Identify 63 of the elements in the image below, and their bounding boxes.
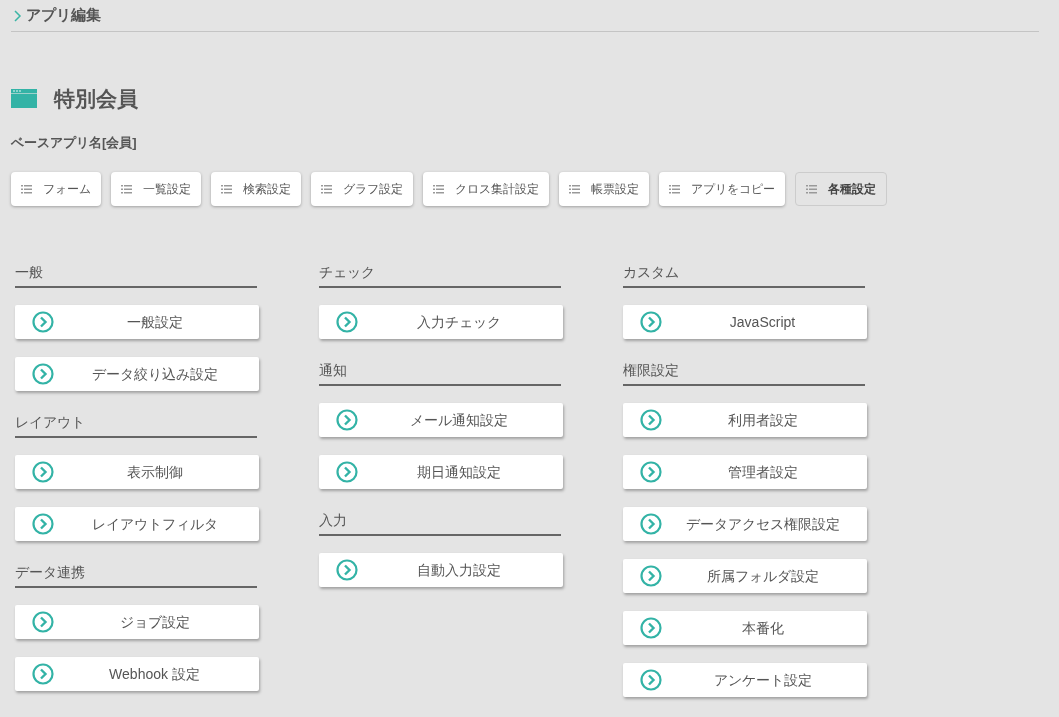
settings-button[interactable]: データアクセス権限設定 <box>623 507 867 541</box>
chevron-circle-icon <box>32 461 54 483</box>
chevron-circle-icon <box>640 409 662 431</box>
chevron-circle-icon <box>336 409 358 431</box>
settings-button[interactable]: 所属フォルダ設定 <box>623 559 867 593</box>
section-heading: 通知 <box>319 360 561 386</box>
section-heading: チェック <box>319 262 561 288</box>
section-heading: カスタム <box>623 262 865 288</box>
app-window-icon <box>11 89 37 109</box>
list-icon <box>806 184 817 194</box>
chevron-circle-icon <box>640 311 662 333</box>
list-icon <box>121 184 132 194</box>
settings-button[interactable]: アンケート設定 <box>623 663 867 697</box>
list-icon <box>433 184 444 194</box>
chevron-circle-icon <box>32 611 54 633</box>
tab[interactable]: 検索設定 <box>211 172 301 206</box>
settings-button[interactable]: JavaScript <box>623 305 867 339</box>
section-heading: データ連携 <box>15 562 257 588</box>
list-icon <box>21 184 32 194</box>
chevron-circle-icon <box>32 311 54 333</box>
settings-button[interactable]: 期日通知設定 <box>319 455 563 489</box>
settings-button[interactable]: 一般設定 <box>15 305 259 339</box>
chevron-circle-icon <box>336 311 358 333</box>
chevron-circle-icon <box>32 363 54 385</box>
settings-button[interactable]: メール通知設定 <box>319 403 563 437</box>
section-heading: 一般 <box>15 262 257 288</box>
chevron-circle-icon <box>640 565 662 587</box>
list-icon <box>321 184 332 194</box>
settings-button[interactable]: 自動入力設定 <box>319 553 563 587</box>
list-icon <box>669 184 680 194</box>
chevron-circle-icon <box>32 513 54 535</box>
base-app-name: ベースアプリ名[会員] <box>11 133 138 152</box>
chevron-circle-icon <box>640 461 662 483</box>
chevron-circle-icon <box>640 617 662 639</box>
tab[interactable]: 各種設定 <box>795 172 887 206</box>
breadcrumb: アプリ編集 <box>26 5 101 26</box>
section-heading: 入力 <box>319 510 561 536</box>
settings-button[interactable]: 表示制御 <box>15 455 259 489</box>
chevron-circle-icon <box>336 559 358 581</box>
tab[interactable]: フォーム <box>11 172 101 206</box>
chevron-circle-icon <box>32 663 54 685</box>
settings-button[interactable]: 本番化 <box>623 611 867 645</box>
tab[interactable]: 一覧設定 <box>111 172 201 206</box>
settings-button[interactable]: Webhook 設定 <box>15 657 259 691</box>
settings-button[interactable]: 利用者設定 <box>623 403 867 437</box>
tab[interactable]: クロス集計設定 <box>423 172 549 206</box>
settings-button[interactable]: レイアウトフィルタ <box>15 507 259 541</box>
chevron-circle-icon <box>336 461 358 483</box>
tab[interactable]: 帳票設定 <box>559 172 649 206</box>
chevron-circle-icon <box>640 669 662 691</box>
list-icon <box>569 184 580 194</box>
section-heading: 権限設定 <box>623 360 865 386</box>
tab[interactable]: グラフ設定 <box>311 172 413 206</box>
app-title: 特別会員 <box>54 86 138 112</box>
tab[interactable]: アプリをコピー <box>659 172 785 206</box>
chevron-right-icon <box>14 9 22 22</box>
chevron-circle-icon <box>640 513 662 535</box>
settings-button[interactable]: データ絞り込み設定 <box>15 357 259 391</box>
settings-button[interactable]: 管理者設定 <box>623 455 867 489</box>
settings-button[interactable]: ジョブ設定 <box>15 605 259 639</box>
section-heading: レイアウト <box>15 412 257 438</box>
list-icon <box>221 184 232 194</box>
settings-button[interactable]: 入力チェック <box>319 305 563 339</box>
